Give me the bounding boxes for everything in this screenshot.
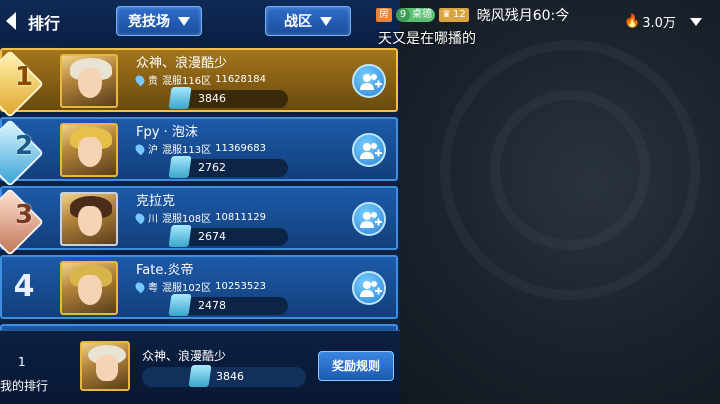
user-level: 12	[452, 9, 466, 20]
fans-name: 桌德	[412, 9, 432, 20]
region: 贵	[148, 76, 158, 87]
server-info: 川 混服108区 10811129	[133, 210, 266, 225]
location-pin-icon	[133, 73, 147, 86]
server-name: 混服113区	[162, 145, 212, 156]
trophy-icon	[168, 156, 192, 178]
trophy-icon	[168, 87, 192, 109]
player-id: 11628184	[215, 74, 266, 85]
score: 2478	[198, 299, 226, 312]
server-name: 混服108区	[162, 214, 212, 225]
ranking-row-4[interactable]: 4 Fate.炎帝 粤 混服102区 10253523 2478	[0, 255, 398, 319]
location-pin-icon	[133, 280, 147, 293]
fans-level: 9	[396, 8, 410, 22]
add-friend-icon	[360, 212, 382, 228]
score-pill: 2674	[168, 225, 288, 247]
region: 沪	[148, 145, 158, 156]
rank-number: 3	[14, 200, 34, 230]
ranking-row-1[interactable]: 1 众神、浪漫酷少 贵 混服116区 11628184 3846	[0, 48, 398, 118]
add-friend-icon	[360, 74, 382, 90]
player-name: Fpy · 泡沫	[136, 125, 198, 140]
player-name: 众神、浪漫酷少	[136, 56, 228, 71]
trophy-icon	[168, 225, 192, 247]
rank-number: 1	[14, 62, 34, 92]
region: 川	[148, 214, 158, 225]
streamer-message: 晓风残月60:今	[476, 8, 570, 24]
region-dropdown-label: 战区	[284, 14, 312, 30]
score-pill: 3846	[168, 87, 288, 109]
avatar[interactable]	[60, 261, 118, 315]
my-avatar[interactable]	[80, 341, 130, 391]
my-rank-bar: 1 我的排行 众神、浪漫酷少 3846 奖励规则	[0, 330, 400, 404]
server-name: 混服116区	[162, 76, 212, 87]
add-friend-icon	[360, 143, 382, 159]
crown-icon: ♛	[442, 9, 451, 20]
add-friend-button[interactable]	[352, 202, 386, 236]
ranking-row-3[interactable]: 3 克拉克 川 混服108区 10811129 2674	[0, 186, 398, 256]
avatar[interactable]	[60, 192, 118, 246]
rank-number: 4	[13, 269, 35, 304]
region-dropdown[interactable]: 战区	[265, 6, 351, 36]
location-pin-icon	[133, 142, 147, 155]
server-info: 贵 混服116区 11628184	[133, 72, 266, 87]
ranking-row-2[interactable]: 2 Fpy · 泡沫 沪 混服113区 11369683 2762	[0, 117, 398, 187]
player-name: Fate.炎帝	[136, 263, 194, 278]
heat-indicator[interactable]: 🔥 3.0万	[624, 12, 676, 31]
score-pill: 2478	[168, 294, 288, 316]
my-player-name: 众神、浪漫酷少	[142, 349, 227, 363]
add-friend-button[interactable]	[352, 64, 386, 98]
mode-dropdown[interactable]: 竞技场	[116, 6, 202, 36]
score: 2674	[198, 230, 226, 243]
server-info: 沪 混服113区 11369683	[133, 141, 266, 156]
add-friend-icon	[360, 281, 382, 297]
server-name: 混服102区	[162, 283, 212, 294]
page-title: 排行	[28, 14, 61, 33]
avatar[interactable]	[60, 54, 118, 108]
location-pin-icon	[133, 211, 147, 224]
score: 2762	[198, 161, 226, 174]
live-message-header: 房 9 桌德 ♛ 12 晓风残月60:今	[376, 4, 569, 26]
room-badge: 房	[376, 8, 392, 22]
reward-rules-button[interactable]: 奖励规则	[318, 351, 394, 381]
chevron-down-icon	[320, 16, 332, 26]
my-rank-number: 1	[18, 355, 26, 369]
player-id: 11369683	[215, 143, 266, 154]
trophy-icon	[168, 294, 192, 316]
header-bar: 排行 竞技场 战区	[0, 0, 400, 44]
rank-number: 2	[14, 131, 34, 161]
heat-value: 3.0万	[642, 16, 676, 31]
my-rank-label: 我的排行	[0, 379, 49, 393]
player-name: 克拉克	[136, 194, 176, 209]
flame-icon: 🔥	[624, 14, 641, 29]
server-info: 粤 混服102区 10253523	[133, 279, 266, 294]
my-score: 3846	[216, 370, 244, 383]
trophy-icon	[188, 365, 212, 387]
player-id: 10811129	[215, 212, 266, 223]
right-background	[400, 0, 720, 404]
score: 3846	[198, 92, 226, 105]
back-arrow-icon[interactable]	[2, 10, 22, 32]
chevron-down-icon	[178, 16, 190, 26]
add-friend-button[interactable]	[352, 133, 386, 167]
chevron-down-icon[interactable]	[690, 18, 702, 26]
region: 粤	[148, 283, 158, 294]
user-level-badge: ♛ 12	[439, 8, 469, 22]
danmaku-message: 天又是在哪播的	[378, 31, 476, 47]
avatar[interactable]	[60, 123, 118, 177]
score-pill: 2762	[168, 156, 288, 178]
mode-dropdown-label: 竞技场	[128, 14, 170, 30]
add-friend-button[interactable]	[352, 271, 386, 305]
player-id: 10253523	[215, 281, 266, 292]
my-score-pill: 3846	[142, 365, 306, 387]
fans-badge: 9 桌德	[396, 8, 435, 22]
